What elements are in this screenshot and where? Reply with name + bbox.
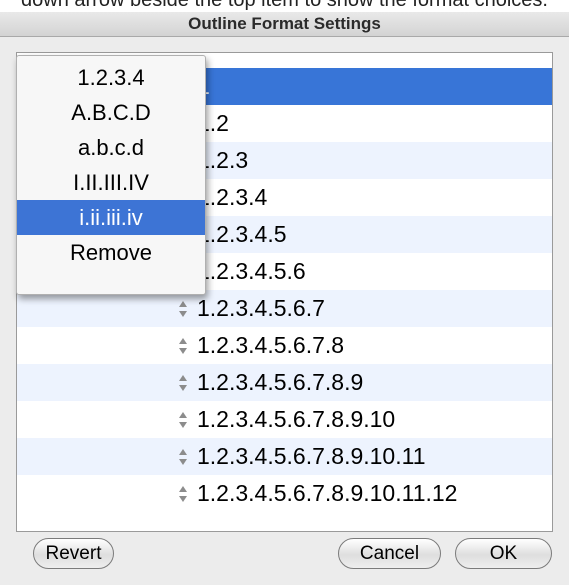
up-down-arrows-icon[interactable] bbox=[177, 372, 189, 394]
outline-row-label: 1.2.3.4.5.6.7.8.9.10 bbox=[197, 406, 396, 432]
menu-item-abcd-lower[interactable]: a.b.c.d bbox=[17, 130, 205, 165]
format-popup-menu: 1.2.3.4 A.B.C.D a.b.c.d I.II.III.IV i.ii… bbox=[16, 55, 206, 295]
up-down-arrows-icon[interactable] bbox=[177, 409, 189, 431]
outline-row-label: 1.2.3.4.5.6.7.8.9.10.11.12 bbox=[197, 480, 458, 506]
outline-row-label: 1.2.3.4 bbox=[197, 184, 268, 210]
outline-row[interactable]: 1.2.3.4.5.6.7.8 bbox=[17, 327, 552, 364]
window-title: Outline Format Settings bbox=[188, 14, 381, 33]
outline-row[interactable]: 1.2.3.4.5.6.7.8.9.10.11.12 bbox=[17, 475, 552, 512]
caption-text: down arrow beside the top item to show t… bbox=[21, 0, 548, 11]
outline-row[interactable]: 1.2.3.4.5.6.7.8.9 bbox=[17, 364, 552, 401]
outline-row[interactable]: 1.2.3.4.5.6.7.8.9.10.11 bbox=[17, 438, 552, 475]
menu-item-remove[interactable]: Remove bbox=[17, 235, 205, 270]
outline-row-label: 1.2.3.4.5.6.7.8 bbox=[197, 332, 345, 358]
menu-item-1234[interactable]: 1.2.3.4 bbox=[17, 60, 205, 95]
up-down-arrows-icon[interactable] bbox=[177, 483, 189, 505]
up-down-arrows-icon[interactable] bbox=[177, 446, 189, 468]
revert-button[interactable]: Revert bbox=[33, 538, 114, 569]
outline-row-label: 1.2.3.4.5.6.7.8.9 bbox=[197, 369, 364, 395]
outline-row-label: 1.2.3.4.5.6.7 bbox=[197, 295, 325, 321]
window-titlebar: Outline Format Settings bbox=[0, 12, 569, 37]
outline-row[interactable]: 1.2.3.4.5.6.7.8.9.10 bbox=[17, 401, 552, 438]
menu-item-roman-lower[interactable]: i.ii.iii.iv bbox=[17, 200, 205, 235]
menu-item-roman-upper[interactable]: I.II.III.IV bbox=[17, 165, 205, 200]
outline-row[interactable]: 1.2.3.4.5.6.7 bbox=[17, 290, 552, 327]
up-down-arrows-icon[interactable] bbox=[177, 298, 189, 320]
ok-button[interactable]: OK bbox=[455, 538, 552, 569]
outline-row-label: 1.2.3.4.5.6 bbox=[197, 258, 306, 284]
instruction-caption: down arrow beside the top item to show t… bbox=[0, 0, 569, 12]
outline-row-label: 1.2.3.4.5.6.7.8.9.10.11 bbox=[197, 443, 426, 469]
menu-item-abcd-upper[interactable]: A.B.C.D bbox=[17, 95, 205, 130]
cancel-button[interactable]: Cancel bbox=[338, 538, 441, 569]
outline-row-label: 1.2.3.4.5 bbox=[197, 221, 287, 247]
up-down-arrows-icon[interactable] bbox=[177, 335, 189, 357]
